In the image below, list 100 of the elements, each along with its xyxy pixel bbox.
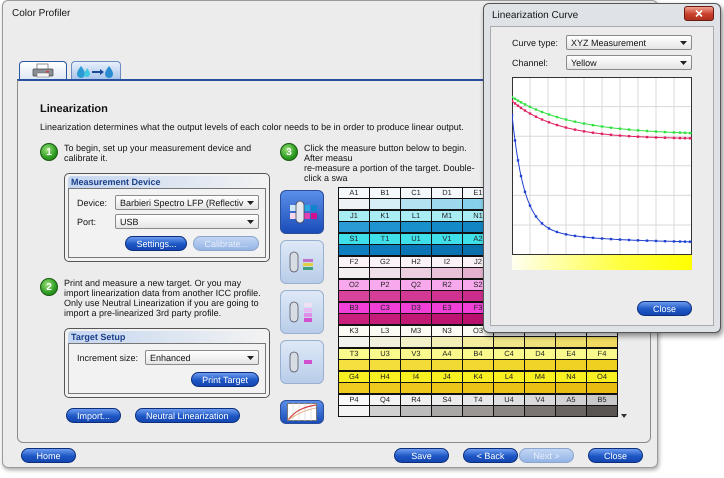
color-swatch[interactable] <box>587 406 617 416</box>
field-label: Device: <box>77 198 108 208</box>
color-swatch[interactable] <box>401 406 431 416</box>
color-swatch[interactable] <box>432 383 462 393</box>
nav-button[interactable]: Save <box>394 448 449 463</box>
color-swatch[interactable] <box>432 337 462 347</box>
dropdown[interactable]: Barbieri Spectro LFP (Reflectiv <box>115 195 259 210</box>
section-description: Linearization determines what the output levels of each color needs to be in order to produce linear output. <box>40 122 465 133</box>
color-swatch[interactable] <box>525 337 555 347</box>
color-swatch[interactable] <box>432 406 462 416</box>
step-text: To begin, set up your measurement device and calibrate it. <box>64 143 252 163</box>
color-swatch[interactable] <box>494 360 524 370</box>
close-icon <box>695 10 703 16</box>
color-swatch[interactable] <box>587 360 617 370</box>
color-swatch[interactable] <box>370 222 400 232</box>
neutral-linearization-button[interactable]: Neutral Linearization <box>135 408 240 423</box>
color-swatch[interactable] <box>556 406 586 416</box>
color-swatch[interactable] <box>432 360 462 370</box>
color-swatch[interactable] <box>339 383 369 393</box>
close-button[interactable] <box>684 6 714 20</box>
color-swatch[interactable] <box>401 314 431 324</box>
field-label: Increment size: <box>77 352 140 362</box>
curve-chart-icon <box>287 403 317 421</box>
color-swatch[interactable] <box>339 245 369 255</box>
color-swatch[interactable] <box>494 383 524 393</box>
color-swatch[interactable] <box>587 383 617 393</box>
field-label: Channel: <box>512 58 550 68</box>
measure-tool-button[interactable] <box>280 400 324 424</box>
color-swatch[interactable] <box>401 222 431 232</box>
color-swatch[interactable] <box>432 199 462 209</box>
color-swatch[interactable] <box>370 199 400 209</box>
color-swatch[interactable] <box>556 360 586 370</box>
color-swatch[interactable] <box>401 360 431 370</box>
home-button[interactable]: Home <box>21 448 76 463</box>
printer-icon <box>32 63 54 78</box>
tab[interactable] <box>19 61 67 79</box>
color-swatch[interactable] <box>525 360 555 370</box>
color-swatch[interactable] <box>370 291 400 301</box>
dropdown[interactable]: Yellow <box>566 55 692 70</box>
dropdown-caret-icon <box>680 60 687 64</box>
color-swatch[interactable] <box>401 245 431 255</box>
dropdown[interactable]: Enhanced <box>145 350 259 365</box>
color-swatch[interactable] <box>463 406 493 416</box>
color-swatch[interactable] <box>432 245 462 255</box>
color-swatch[interactable] <box>339 291 369 301</box>
color-swatch[interactable] <box>339 199 369 209</box>
color-swatch[interactable] <box>432 222 462 232</box>
color-swatch[interactable] <box>370 337 400 347</box>
color-swatch[interactable] <box>556 383 586 393</box>
color-swatch[interactable] <box>587 337 617 347</box>
step-text: re-measure a portion of the target. Double-click a swa <box>304 163 476 183</box>
section-heading: Linearization <box>40 103 109 115</box>
dropdown-caret-icon <box>247 356 254 360</box>
window-title: Color Profiler <box>12 8 70 18</box>
color-swatch[interactable] <box>339 406 369 416</box>
color-swatch[interactable] <box>339 314 369 324</box>
color-swatch[interactable] <box>463 360 493 370</box>
color-swatch[interactable] <box>370 406 400 416</box>
measure-tool-button[interactable] <box>280 190 324 234</box>
color-swatch[interactable] <box>339 360 369 370</box>
color-swatch[interactable] <box>401 337 431 347</box>
device-action-button[interactable]: Settings... <box>125 236 188 251</box>
scroll-down-icon[interactable] <box>621 414 627 418</box>
step-number-badge: 3 <box>280 143 298 161</box>
tab[interactable] <box>71 61 121 79</box>
step-text: Print and measure a new target. Or you may import linearization data from another ICC profile. Only use Neutral Linearization if you are going to import a pre-linearized 3rd party profile. <box>64 278 262 318</box>
color-swatch[interactable] <box>463 383 493 393</box>
color-swatch[interactable] <box>339 337 369 347</box>
color-swatch[interactable] <box>370 383 400 393</box>
dropdown[interactable]: USB <box>115 214 259 229</box>
color-swatch[interactable] <box>339 268 369 278</box>
import-button[interactable]: Import... <box>66 408 122 423</box>
color-swatch[interactable] <box>432 314 462 324</box>
color-swatch[interactable] <box>463 337 493 347</box>
color-swatch[interactable] <box>370 314 400 324</box>
color-swatch[interactable] <box>339 222 369 232</box>
color-swatch[interactable] <box>494 337 524 347</box>
color-swatch[interactable] <box>401 199 431 209</box>
color-swatch[interactable] <box>401 268 431 278</box>
color-swatch[interactable] <box>370 360 400 370</box>
color-swatch[interactable] <box>370 268 400 278</box>
nav-button[interactable]: Close <box>588 448 643 463</box>
print-target-button[interactable]: Print Target <box>191 372 259 387</box>
dropdown[interactable]: XYZ Measurement <box>566 35 692 50</box>
dialog-title: Linearization Curve <box>492 10 578 20</box>
color-swatch[interactable] <box>370 245 400 255</box>
dialog-close-button[interactable]: Close <box>637 301 692 316</box>
step-number-badge: 2 <box>40 278 58 296</box>
field-label: Port: <box>77 216 98 226</box>
color-swatch[interactable] <box>401 383 431 393</box>
color-swatch[interactable] <box>494 406 524 416</box>
color-swatch[interactable] <box>556 337 586 347</box>
color-swatch[interactable] <box>525 406 555 416</box>
droplets-arrow-icon <box>76 64 116 78</box>
color-swatch[interactable] <box>401 291 431 301</box>
dropdown-caret-icon <box>680 40 687 44</box>
color-swatch[interactable] <box>432 291 462 301</box>
color-swatch[interactable] <box>432 268 462 278</box>
nav-button[interactable]: < Back <box>463 448 518 463</box>
color-swatch[interactable] <box>525 383 555 393</box>
